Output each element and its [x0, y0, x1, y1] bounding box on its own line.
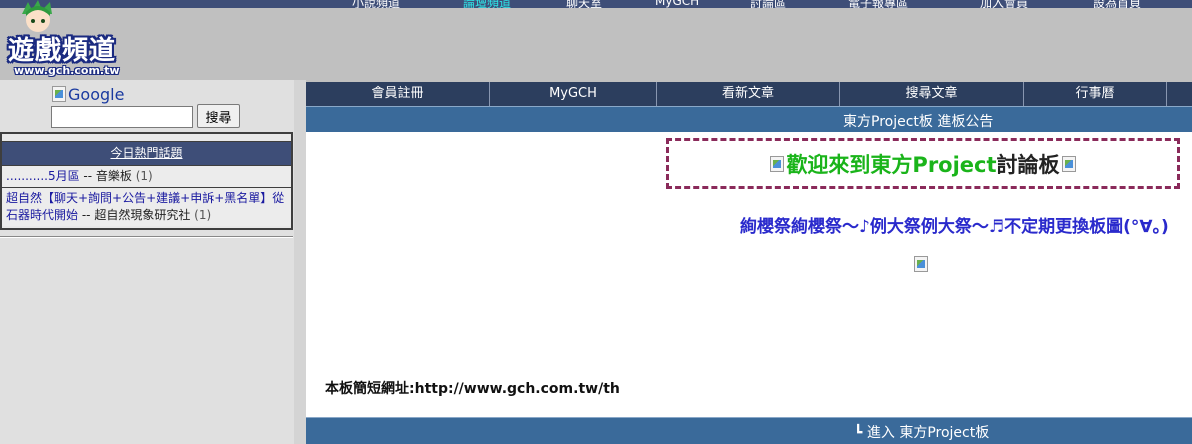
hot-topic-board: 超自然現象研究社: [94, 208, 191, 222]
board-navigation: 會員註冊 MyGCH 看新文章 搜尋文章 行事曆: [306, 80, 1192, 106]
board-short-url: 本板簡短網址:http://www.gch.com.tw/th: [325, 381, 620, 397]
nav-mygch[interactable]: MyGCH: [490, 82, 657, 106]
hot-topic-row: 超自然【聊天+詢問+公告+建議+申訴+黑名單】從石器時代開始 -- 超自然現象研…: [2, 188, 291, 226]
search-button[interactable]: 搜尋: [197, 104, 240, 128]
hot-topic-count: (1): [190, 208, 212, 222]
topnav-chatroom[interactable]: 聊天室: [566, 0, 602, 8]
site-logo[interactable]: 遊戲頻道 www.gch.com.tw: [4, 0, 128, 80]
hot-topic-sep: --: [78, 208, 95, 222]
search-input[interactable]: [51, 106, 193, 128]
hot-topic-board: 音樂板: [95, 169, 132, 183]
topnav-sethome[interactable]: 設為首頁: [1093, 0, 1141, 8]
topnav-join[interactable]: 加入會員: [980, 0, 1028, 8]
hot-topic-sep: --: [79, 169, 96, 183]
welcome-text-dark: 討論板: [996, 152, 1060, 177]
welcome-text-green: 歡迎來到東方Project: [786, 152, 997, 177]
broken-image-icon: [1061, 155, 1076, 172]
hot-topic-row: ...........5月區 -- 音樂板 (1): [2, 166, 291, 188]
site-header: 小說頻道 論壇頻道 聊天室 MyGCH 討論區 電子報專區 加入會員 設為首頁 …: [0, 0, 1192, 80]
welcome-text: 歡迎來到東方Project討論板: [786, 149, 1059, 179]
google-alt-text: Google: [68, 84, 125, 104]
topnav-forum[interactable]: 論壇頻道: [463, 0, 511, 8]
hot-topic-count: (1): [131, 169, 153, 183]
hot-topics-title[interactable]: 今日熱門話題: [2, 142, 291, 166]
enter-board-link[interactable]: ┗ 進入 東方Project板: [854, 422, 989, 442]
topnav-discussion[interactable]: 討論區: [750, 0, 786, 8]
google-logo: Google: [52, 84, 124, 104]
panel-top-strip: [2, 134, 291, 142]
column-gutter: [294, 80, 306, 444]
hot-topic-link[interactable]: ...........5月區: [6, 169, 80, 183]
nav-search-posts[interactable]: 搜尋文章: [840, 82, 1024, 106]
welcome-banner: 歡迎來到東方Project討論板: [666, 138, 1180, 189]
board-subtitle: 絢櫻祭絢櫻祭～♪例大祭例大祭～♬不定期更換板圖(°∀。): [740, 217, 1169, 237]
enter-board-bar[interactable]: ┗ 進入 東方Project板: [306, 417, 1192, 444]
broken-image-icon: [770, 155, 785, 172]
board-notice-title: 東方Project板 進板公告: [843, 114, 994, 130]
broken-image-icon: [914, 256, 928, 272]
topnav-mygch[interactable]: MyGCH: [655, 0, 699, 8]
broken-image-icon: [52, 86, 66, 102]
logo-title: 遊戲頻道: [8, 36, 117, 66]
top-navigation: 小說頻道 論壇頻道 聊天室 MyGCH 討論區 電子報專區 加入會員 設為首頁: [0, 0, 1192, 8]
logo-url: www.gch.com.tw: [14, 64, 120, 77]
nav-new-posts[interactable]: 看新文章: [657, 82, 840, 106]
left-sidebar: Google 搜尋 今日熱門話題 ...........5月區 -- 音樂板 (…: [0, 80, 294, 444]
board-notice-bar: 東方Project板 進板公告: [306, 106, 1192, 132]
hot-topics-panel: 今日熱門話題 ...........5月區 -- 音樂板 (1) 超自然【聊天+…: [0, 132, 293, 230]
main-content: 會員註冊 MyGCH 看新文章 搜尋文章 行事曆 東方Project板 進板公告…: [306, 80, 1192, 444]
nav-calendar[interactable]: 行事曆: [1024, 82, 1167, 106]
sidebar-divider: [0, 236, 293, 238]
nav-register[interactable]: 會員註冊: [306, 82, 490, 106]
topnav-newsletter[interactable]: 電子報專區: [848, 0, 908, 8]
topnav-novel[interactable]: 小說頻道: [352, 0, 400, 8]
